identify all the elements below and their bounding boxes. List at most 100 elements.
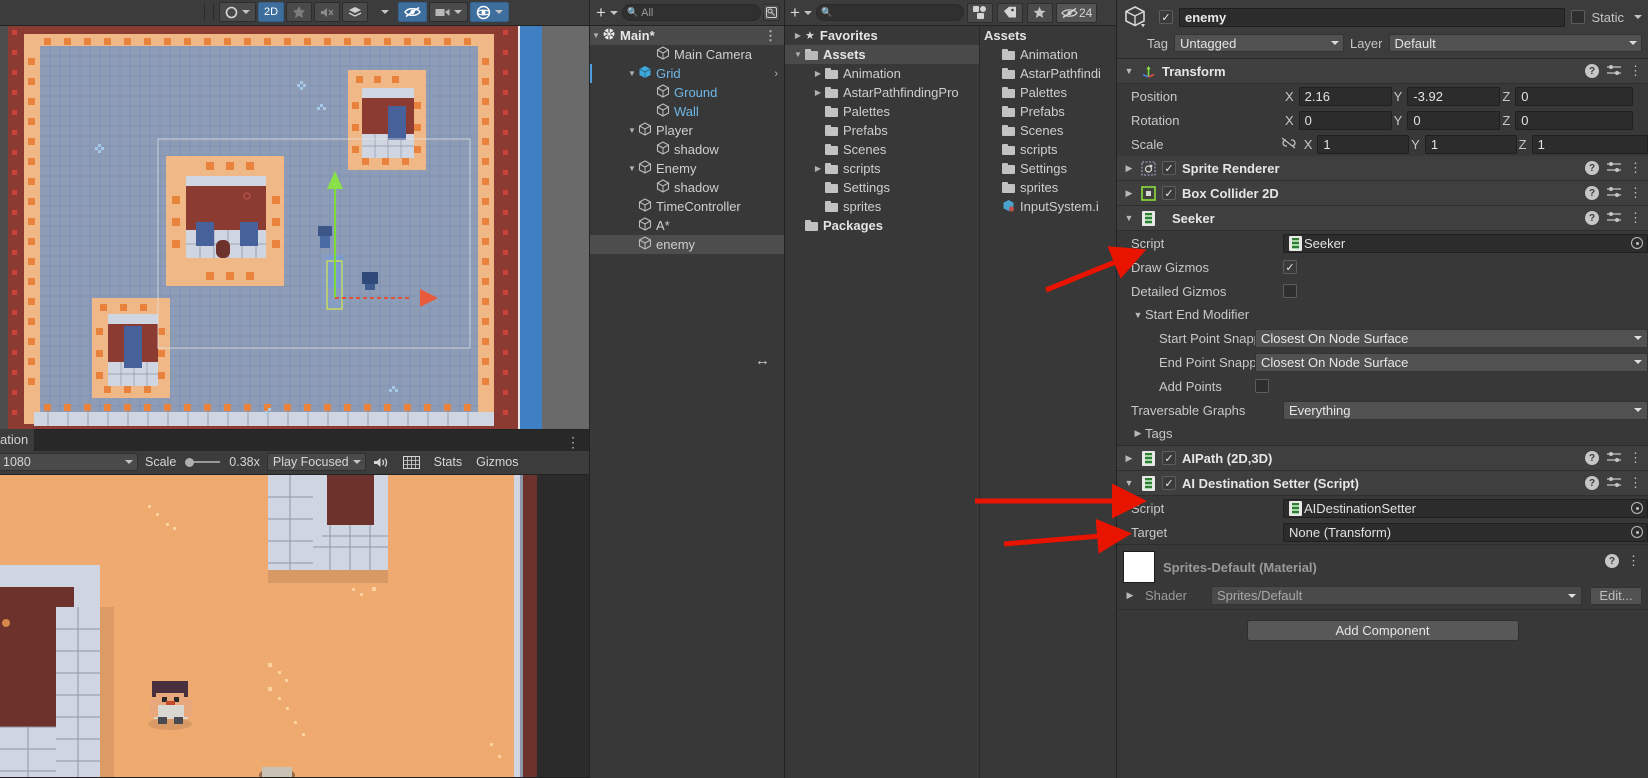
chevron-right-icon[interactable]: ▶ <box>791 31 805 40</box>
component-menu-icon[interactable]: ⋮ <box>1627 553 1640 569</box>
transform-position-y-input[interactable]: -3.92 <box>1407 86 1501 106</box>
component-header-aipath[interactable]: ▶ ✓ AIPath (2D,3D) ? ⋮ <box>1117 446 1648 471</box>
select-object-icon[interactable] <box>1631 502 1643 514</box>
audio-mute-button[interactable] <box>314 2 341 23</box>
gameobject-name-input[interactable]: enemy <box>1179 7 1566 27</box>
component-header-ai-destination-setter[interactable]: ▼ ✓ AI Destination Setter (Script) ? ⋮ <box>1117 471 1648 496</box>
fx-dropdown[interactable] <box>370 2 396 22</box>
animation-tab-strip[interactable]: ation ⋮ <box>0 428 589 451</box>
help-icon[interactable]: ? <box>1585 64 1599 78</box>
game-view-canvas[interactable] <box>0 474 589 778</box>
project-content-item-scenes[interactable]: Scenes <box>980 121 1116 140</box>
project-tree-item-scripts[interactable]: ▶ scripts <box>785 159 979 178</box>
scale-link-icon[interactable] <box>1281 137 1296 152</box>
scale-slider-track[interactable] <box>194 461 221 464</box>
traversable-graphs-dropdown[interactable]: Everything <box>1283 400 1648 420</box>
destination-setter-enabled-checkbox[interactable]: ✓ <box>1162 476 1176 490</box>
play-mode-dropdown[interactable]: Play Focused <box>266 453 366 472</box>
help-icon[interactable]: ? <box>1585 476 1599 490</box>
chevron-down-icon[interactable]: ▼ <box>626 126 638 135</box>
project-tree[interactable]: ▶ ★ Favorites ▼ Assets ▶ Animation ▶ AstarPathfi… <box>785 26 980 778</box>
chevron-right-icon[interactable]: ▶ <box>811 88 825 97</box>
component-menu-icon[interactable]: ⋮ <box>1629 450 1642 466</box>
animation-panel-menu-icon[interactable]: ⋮ <box>566 434 581 451</box>
chevron-down-icon[interactable]: ▼ <box>626 69 638 78</box>
project-content-item-inputsystem-i[interactable]: InputSystem.i <box>980 197 1116 216</box>
chevron-down-icon[interactable]: ▼ <box>1123 478 1135 488</box>
label-filter-icon[interactable] <box>996 2 1023 23</box>
hierarchy-item-grid[interactable]: ▼ Grid › <box>590 64 784 83</box>
transform-scale-x-input[interactable]: 1 <box>1317 134 1410 154</box>
chevron-right-icon[interactable]: ▶ <box>1123 590 1137 601</box>
hidden-assets-badge[interactable]: 24 <box>1055 2 1098 23</box>
scene-lighting-icon-button[interactable] <box>286 2 313 23</box>
panel-splitter-handle[interactable]: ↔ <box>755 352 770 369</box>
stats-button[interactable]: Stats <box>427 450 470 474</box>
component-enabled-checkbox[interactable]: ✓ <box>1162 161 1176 175</box>
resolution-dropdown[interactable]: 1080 <box>0 453 138 472</box>
scene-menu-icon[interactable]: ⋮ <box>764 28 778 44</box>
project-content-item-scripts[interactable]: scripts <box>980 140 1116 159</box>
chevron-right-icon[interactable]: ▶ <box>1131 428 1145 439</box>
component-header-seeker[interactable]: ▼ Seeker ? ⋮ <box>1117 206 1648 231</box>
help-icon[interactable]: ? <box>1585 451 1599 465</box>
component-tools[interactable]: ? ⋮ <box>1585 63 1642 79</box>
project-tree-item-prefabs[interactable]: Prefabs <box>785 121 979 140</box>
help-icon[interactable]: ? <box>1585 211 1599 225</box>
prefab-open-chevron-icon[interactable]: › <box>774 68 778 80</box>
scene-lighting-toggle[interactable] <box>219 2 256 23</box>
packages-filter-icon[interactable] <box>966 2 993 23</box>
chevron-right-icon[interactable]: ▶ <box>1123 453 1135 464</box>
component-enabled-checkbox[interactable]: ✓ <box>1162 186 1176 200</box>
shader-dropdown[interactable]: Sprites/Default <box>1211 586 1582 605</box>
static-dropdown-icon[interactable] <box>1634 15 1642 19</box>
hierarchy-item-enemy[interactable]: ▼ Enemy <box>590 159 784 178</box>
project-content-item-palettes[interactable]: Palettes <box>980 83 1116 102</box>
2d-toggle-button[interactable]: 2D <box>258 2 285 23</box>
hierarchy-item-main-camera[interactable]: Main Camera <box>590 45 784 64</box>
fx-toggle-button[interactable] <box>342 2 369 23</box>
project-tree-item-astarpathfindingpro[interactable]: ▶ AstarPathfindingPro <box>785 83 979 102</box>
chevron-down-icon[interactable]: ▼ <box>1131 310 1145 320</box>
hierarchy-add-button[interactable]: + <box>594 3 620 23</box>
project-tree-item-favorites[interactable]: ▶ ★ Favorites <box>785 26 979 45</box>
chevron-right-icon[interactable]: ▶ <box>811 69 825 78</box>
help-icon[interactable]: ? <box>1585 186 1599 200</box>
static-checkbox[interactable]: ✓ <box>1571 10 1586 24</box>
chevron-down-icon[interactable]: ▼ <box>791 50 805 59</box>
component-menu-icon[interactable]: ⋮ <box>1629 210 1642 226</box>
component-tools[interactable]: ? ⋮ <box>1585 160 1642 176</box>
component-tools[interactable]: ? ⋮ <box>1585 475 1642 491</box>
help-icon[interactable]: ? <box>1585 161 1599 175</box>
project-contents[interactable]: Assets Animation AstarPathfindi Palettes Pr… <box>980 26 1116 778</box>
hierarchy-item-a[interactable]: A* <box>590 216 784 235</box>
project-content-item-sprites[interactable]: sprites <box>980 178 1116 197</box>
transform-scale-y-input[interactable]: 1 <box>1424 134 1517 154</box>
project-content-item-prefabs[interactable]: Prefabs <box>980 102 1116 121</box>
project-tree-item-assets[interactable]: ▼ Assets <box>785 45 979 64</box>
hierarchy-item-shadow[interactable]: shadow <box>590 178 784 197</box>
layer-dropdown[interactable]: Default <box>1388 34 1642 52</box>
add-points-checkbox[interactable]: ✓ <box>1255 379 1269 393</box>
project-tree-item-palettes[interactable]: Palettes <box>785 102 979 121</box>
aipath-enabled-checkbox[interactable]: ✓ <box>1162 451 1176 465</box>
tag-dropdown[interactable]: Untagged <box>1173 34 1344 52</box>
scene-view-canvas[interactable] <box>0 25 589 429</box>
material-preview-swatch[interactable] <box>1123 551 1155 583</box>
hierarchy-item-timecontroller[interactable]: TimeController <box>590 197 784 216</box>
transform-position-x-input[interactable]: 2.16 <box>1298 86 1392 106</box>
material-tools[interactable]: ? ⋮ <box>1605 553 1640 569</box>
seeker-script-field[interactable]: Seeker <box>1283 233 1648 253</box>
gizmos-toggle-button[interactable] <box>470 2 510 23</box>
project-tree-item-packages[interactable]: Packages <box>785 216 979 235</box>
component-tools[interactable]: ? ⋮ <box>1585 185 1642 201</box>
project-search-input[interactable]: 🔍 <box>815 4 964 21</box>
detailed-gizmos-checkbox[interactable]: ✓ <box>1283 284 1297 298</box>
gizmos-button[interactable]: Gizmos <box>469 450 525 474</box>
hierarchy-item-wall[interactable]: Wall <box>590 102 784 121</box>
preset-icon[interactable] <box>1607 161 1621 176</box>
camera-settings-button[interactable] <box>429 2 469 23</box>
start-point-snapping-dropdown[interactable]: Closest On Node Surface <box>1255 328 1648 348</box>
preset-icon[interactable] <box>1607 211 1621 226</box>
hierarchy-item-ground[interactable]: Ground <box>590 83 784 102</box>
